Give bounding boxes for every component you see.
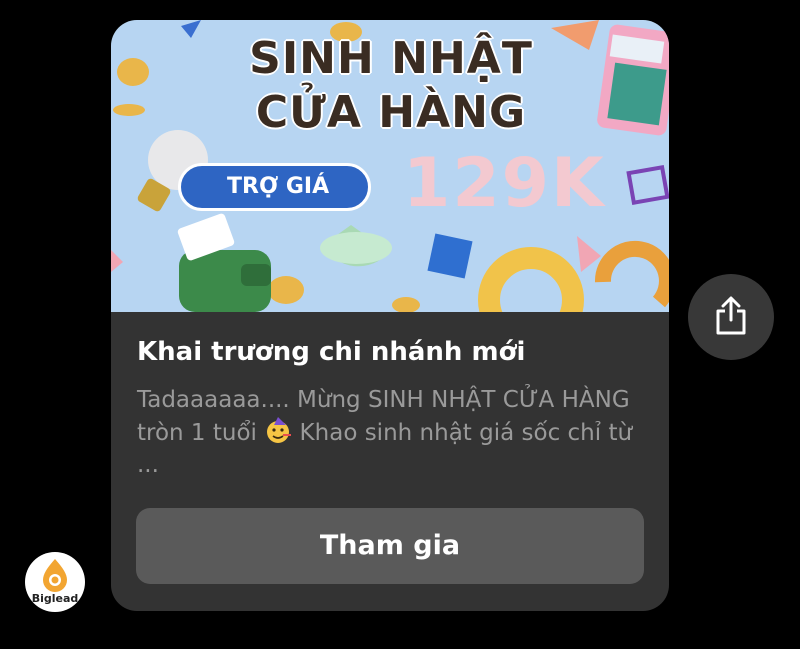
party-face-emoji <box>267 417 292 443</box>
biglead-drop-icon <box>43 559 67 592</box>
banner-title-line2: CỬA HÀNG <box>255 86 527 139</box>
promo-banner-image: SINH NHẬT CỬA HÀNG TRỢ GIÁ 129K <box>111 20 669 312</box>
share-icon <box>716 296 746 335</box>
message-card[interactable]: SINH NHẬT CỬA HÀNG TRỢ GIÁ 129K Khai trư… <box>111 20 669 611</box>
biglead-logo: Biglead <box>25 552 85 612</box>
card-body: Khai trương chi nhánh mới Tadaaaaaa.... … <box>111 312 669 611</box>
banner-title: SINH NHẬT CỬA HÀNG <box>236 32 546 140</box>
card-title: Khai trương chi nhánh mới <box>137 337 526 367</box>
logo-label: Biglead <box>31 592 79 605</box>
banner-title-line1: SINH NHẬT <box>248 32 533 85</box>
share-button[interactable] <box>688 274 774 360</box>
price-text: 129K <box>403 144 606 223</box>
join-button[interactable]: Tham gia <box>136 508 644 584</box>
subsidy-pill: TRỢ GIÁ <box>178 163 371 211</box>
card-description: Tadaaaaaa.... Mừng SINH NHẬT CỬA HÀNG tr… <box>137 384 637 481</box>
